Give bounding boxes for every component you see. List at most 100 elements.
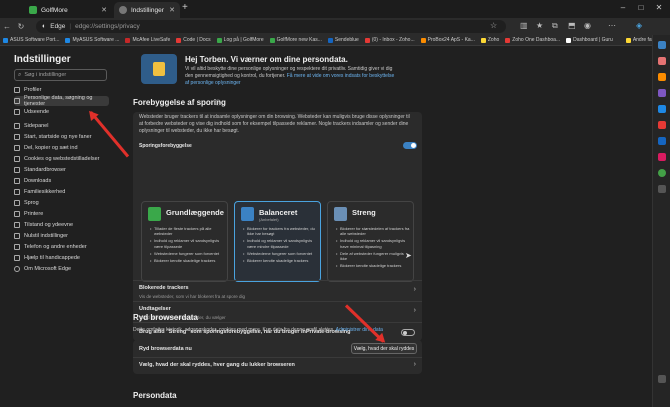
favorite-label: (0) - Inbox - Zoho... bbox=[371, 37, 415, 43]
sidebar-item-accessibility[interactable]: Hjælp til handicappede bbox=[14, 253, 109, 263]
office-icon[interactable] bbox=[658, 105, 666, 113]
sidebar-item-label: Tilstand og ydeevne bbox=[24, 222, 74, 228]
sidebar-settings-icon[interactable] bbox=[658, 375, 666, 383]
close-tab-icon[interactable]: ✕ bbox=[169, 6, 175, 14]
favorite-item[interactable]: (0) - Inbox - Zoho... bbox=[362, 37, 418, 43]
favorite-item[interactable]: McAfee LiveSafe bbox=[122, 37, 173, 43]
sidebar-item-family[interactable]: Familiesikkerhed bbox=[14, 187, 109, 197]
favorite-item[interactable]: MyASUS Software ... bbox=[62, 37, 122, 43]
app-icon[interactable] bbox=[658, 153, 666, 161]
sidebar-item-phone[interactable]: Telefon og andre enheder bbox=[14, 242, 109, 252]
refresh-icon[interactable]: ↻ bbox=[14, 22, 28, 31]
option-bullet: Indhold og reklamer vil sandsynligvis væ… bbox=[150, 238, 226, 248]
sidebar-item-label: Telefon og andre enheder bbox=[24, 244, 87, 250]
games-icon[interactable] bbox=[658, 89, 666, 97]
favorite-item[interactable]: Code | Docs bbox=[173, 37, 213, 43]
favorite-item[interactable]: Log på | GolfMore bbox=[214, 37, 267, 43]
sidebar-item-label: Familiesikkerhed bbox=[24, 189, 66, 195]
sidebar-item-reset[interactable]: Nulstil indstillinger bbox=[14, 231, 109, 241]
favorites-icon[interactable]: ★ bbox=[536, 21, 543, 30]
row-title: Blokerede trackers bbox=[139, 285, 189, 291]
download-icon bbox=[14, 178, 20, 184]
folder-icon bbox=[625, 37, 631, 43]
tracking-toggle[interactable] bbox=[403, 142, 417, 149]
option-basic[interactable]: Grundlæggende Tillader de fleste tracker… bbox=[141, 201, 228, 282]
sidebar-item-label: Om Microsoft Edge bbox=[24, 266, 72, 272]
favorite-item[interactable]: Dashboard | Guru bbox=[563, 37, 616, 43]
sidebar-item-share[interactable]: Del, kopier og sæt ind bbox=[14, 143, 109, 153]
sidebar-item-label: Profiler bbox=[24, 87, 42, 93]
reset-icon bbox=[14, 233, 20, 239]
language-icon bbox=[14, 200, 20, 206]
bookmark-icon bbox=[566, 37, 572, 43]
sidebar-item-cookies[interactable]: Cookies og webstedstilladelser bbox=[14, 154, 109, 164]
app-icon[interactable] bbox=[658, 169, 666, 177]
add-icon[interactable] bbox=[658, 185, 666, 193]
outlook-icon[interactable] bbox=[658, 121, 666, 129]
settings-sidebar: Indstillinger ⌕ Søg i indstillinger Prof… bbox=[0, 46, 117, 407]
favorite-item[interactable]: ASUS Software Port... bbox=[0, 37, 62, 43]
window-close-icon[interactable]: ✕ bbox=[650, 3, 668, 12]
tab-golfmore[interactable]: GolfMore ✕ bbox=[24, 2, 112, 18]
browser-icon bbox=[14, 167, 20, 173]
favorite-star-icon[interactable]: ☆ bbox=[490, 21, 497, 30]
blocked-trackers-row[interactable]: Blokerede trackers Vis de websteder, som… bbox=[133, 280, 422, 300]
favorite-item[interactable]: GolfMore new Kas... bbox=[267, 37, 325, 43]
option-balanced[interactable]: Balanceret (Anbefalet) Blokerer for trac… bbox=[234, 201, 321, 282]
profile-icon[interactable]: ◉ bbox=[584, 21, 591, 30]
option-strict[interactable]: Streng Blokerer for størstedelen af trac… bbox=[327, 201, 414, 282]
sidebar-item-downloads[interactable]: Downloads bbox=[14, 176, 109, 186]
sidebar-item-languages[interactable]: Sprog bbox=[14, 198, 109, 208]
sidebar-item-privacy[interactable]: Personlige data, søgning og tjenester bbox=[14, 95, 109, 107]
option-bullet: Blokerer for størstedelen af trackers fr… bbox=[336, 226, 412, 236]
favorite-item[interactable]: Sendeblue bbox=[325, 37, 362, 43]
tracking-toggle-label: Sporingsforebyggelse bbox=[139, 143, 192, 149]
basic-shield-icon bbox=[148, 207, 161, 221]
search-sidebar-icon[interactable] bbox=[658, 41, 666, 49]
sidebar-item-start[interactable]: Start, startside og nye faner bbox=[14, 132, 109, 142]
toggle-knob bbox=[411, 143, 416, 148]
minimize-icon[interactable]: – bbox=[614, 3, 632, 12]
search-input[interactable]: ⌕ Søg i indstillinger bbox=[14, 69, 107, 81]
back-icon[interactable]: ← bbox=[0, 22, 14, 31]
personal-data-heading: Persondata bbox=[133, 391, 177, 400]
maximize-icon[interactable]: □ bbox=[632, 3, 650, 12]
close-tab-icon[interactable]: ✕ bbox=[101, 6, 107, 14]
option-title: Grundlæggende bbox=[166, 208, 224, 217]
more-menu-icon[interactable]: ⋯ bbox=[608, 21, 616, 30]
sidebar-item-about[interactable]: Om Microsoft Edge bbox=[14, 264, 109, 274]
sidebar-item-profiles[interactable]: Profiler bbox=[14, 85, 109, 95]
bookmark-icon bbox=[176, 37, 182, 43]
split-screen-icon[interactable]: ▥ bbox=[520, 21, 528, 30]
favorite-item[interactable]: Zoho One Dashboa... bbox=[502, 37, 563, 43]
new-tab-icon[interactable]: + bbox=[182, 2, 188, 13]
accessibility-icon bbox=[14, 255, 20, 261]
info-icon[interactable]: ⓘ bbox=[215, 98, 221, 107]
extensions-icon[interactable]: ⬒ bbox=[568, 21, 576, 30]
bookmark-icon bbox=[269, 37, 275, 43]
shopping-icon[interactable] bbox=[658, 57, 666, 65]
clear-on-close-row[interactable]: Vælg, hvad der skal ryddes, hver gang du… bbox=[139, 362, 295, 368]
sidebar-title: Indstillinger bbox=[14, 54, 71, 65]
favorites-bar: ASUS Software Port... MyASUS Software ..… bbox=[0, 35, 670, 46]
favorite-label: Sendeblue bbox=[334, 37, 359, 43]
copilot-icon[interactable]: ◈ bbox=[636, 21, 642, 30]
sidebar-item-sidebar[interactable]: Sidepanel bbox=[14, 121, 109, 131]
sidebar-item-system[interactable]: Tilstand og ydeevne bbox=[14, 220, 109, 230]
option-bullet: Blokerer kendte skadelige trackers bbox=[150, 258, 226, 263]
choose-what-to-clear-button[interactable]: Vælg, hvad der skal ryddes bbox=[351, 343, 417, 354]
favorite-item[interactable]: Zoho bbox=[478, 37, 502, 43]
option-bullet: Tillader de fleste trackers på alle webs… bbox=[150, 226, 226, 236]
tracking-heading: Forebyggelse af sporing bbox=[133, 98, 226, 107]
sidebar-item-default-browser[interactable]: Standardbrowser bbox=[14, 165, 109, 175]
tab-settings[interactable]: Indstillinger ✕ bbox=[114, 2, 180, 18]
edge-icon: ◐ bbox=[42, 23, 47, 30]
favorite-item[interactable]: ProBox24 ApS - Ka... bbox=[418, 37, 478, 43]
drop-icon[interactable] bbox=[658, 137, 666, 145]
tools-icon[interactable] bbox=[658, 73, 666, 81]
clear-data-heading: Ryd browserdata bbox=[133, 313, 198, 322]
collections-icon[interactable]: ⧉ bbox=[552, 21, 558, 31]
address-bar[interactable]: ◐ Edge | edge://settings/privacy bbox=[36, 20, 506, 33]
sidebar-item-printers[interactable]: Printere bbox=[14, 209, 109, 219]
favorite-label: Dashboard | Guru bbox=[573, 37, 613, 43]
